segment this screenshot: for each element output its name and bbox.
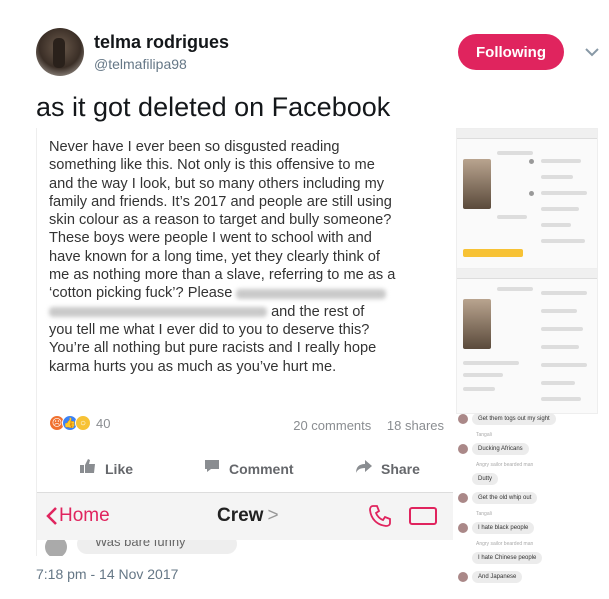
share-button[interactable]: Share — [355, 458, 420, 479]
reaction-count: 40 — [96, 415, 111, 431]
message-bubble: I hate Chinese people — [472, 552, 543, 564]
comments-count[interactable]: 20 comments — [293, 418, 371, 433]
message-bubble: Get the old whip out — [472, 492, 538, 504]
share-icon — [355, 458, 373, 479]
comment-button[interactable]: Comment — [203, 458, 294, 479]
message-peek: Was bare funny — [37, 540, 453, 556]
user-handle[interactable]: @telmafilipa98 — [94, 56, 187, 72]
reactions[interactable]: ☹ 👍 ○ 40 — [49, 415, 110, 431]
blurred-names — [236, 288, 387, 299]
tweet-media[interactable]: Never have I ever been so disgusted read… — [36, 128, 598, 583]
photo-thumbnail — [463, 159, 491, 209]
thumbs-up-icon — [79, 458, 97, 479]
blurred-names — [49, 306, 267, 317]
tweet-header: telma rodrigues @telmafilipa98 Following — [36, 28, 599, 78]
avatar — [458, 493, 468, 503]
avatar — [45, 540, 67, 556]
post-line: karma hurts you as much as you’ve hurt m… — [49, 358, 337, 375]
photo-thumbnail — [463, 299, 491, 349]
back-label: Home — [59, 505, 110, 526]
message-bubble: Dutty — [472, 473, 499, 485]
like-label: Like — [105, 460, 134, 477]
message-bubble: I hate black people — [472, 522, 535, 534]
chevron-left-icon — [46, 507, 57, 525]
share-label: Share — [381, 460, 420, 477]
messenger-header: Home Crew > — [37, 492, 453, 540]
message-sender: Angry sailor bearded man — [476, 541, 534, 547]
post-line: skin colour as a reason to target and bu… — [49, 212, 392, 229]
chat-screenshot-thumb — [456, 128, 598, 274]
comment-label: Comment — [229, 460, 294, 477]
message-bubble: Ducking Africans — [472, 443, 529, 455]
post-line: me as nothing more than a slave, referri… — [49, 267, 396, 284]
message-bubble: And Japanese — [472, 571, 523, 583]
shares-count[interactable]: 18 shares — [387, 418, 444, 433]
chevron-down-icon[interactable] — [582, 42, 602, 62]
chat-screenshot-thumb — [456, 268, 598, 414]
tweet-timestamp[interactable]: 7:18 pm - 14 Nov 2017 — [36, 566, 178, 582]
post-line: and the rest of — [49, 303, 449, 321]
message-sender: Tangali — [476, 511, 492, 517]
post-line: Never have I ever been so disgusted read… — [49, 139, 340, 155]
avatar — [458, 444, 468, 454]
avatar — [458, 572, 468, 582]
comment-icon — [203, 458, 221, 479]
post-line: ‘cotton picking fuck’? Please — [49, 284, 449, 302]
post-stats: 20 comments 18 shares — [281, 418, 444, 433]
following-button[interactable]: Following — [458, 34, 564, 70]
post-line: have known for a long time, yet they cle… — [49, 248, 380, 265]
post-body: Never have I ever been so disgusted read… — [49, 138, 449, 376]
chat-title[interactable]: Crew > — [217, 505, 279, 527]
tweet-text: as it got deleted on Facebook — [36, 92, 391, 122]
back-button[interactable]: Home — [45, 505, 110, 527]
message-sender: Tangali — [476, 432, 492, 438]
post-line: something like this. Not only is this of… — [49, 157, 375, 174]
avatar[interactable] — [36, 28, 84, 76]
chevron-right-icon: > — [267, 505, 279, 526]
avatar — [458, 414, 468, 424]
chat-screenshots: Get them togs out my sight Tangali Ducki… — [456, 128, 598, 583]
post-actions: Like Comment Share — [37, 458, 453, 486]
post-line: These boys were people I went to school … — [49, 230, 372, 247]
phone-icon[interactable] — [367, 503, 393, 529]
chat-message-list: Get them togs out my sight Tangali Ducki… — [456, 410, 598, 587]
like-button[interactable]: Like — [79, 458, 133, 479]
facebook-post-screenshot: Never have I ever been so disgusted read… — [36, 128, 453, 556]
message-bubble: Was bare funny — [77, 540, 237, 554]
video-camera-icon[interactable] — [409, 507, 437, 525]
post-line: family and friends. It’s 2017 and people… — [49, 193, 392, 210]
post-line: and the way I look, but so many others i… — [49, 175, 385, 192]
post-line: You’re all nothing but pure racists and … — [49, 340, 377, 357]
user-name[interactable]: telma rodrigues — [94, 32, 229, 53]
avatar — [458, 523, 468, 533]
post-line: you tell me what I ever did to you to de… — [49, 321, 370, 338]
message-sender: Angry sailor bearded man — [476, 462, 534, 468]
wow-reaction-icon: ○ — [75, 415, 91, 431]
message-bubble: Get them togs out my sight — [472, 413, 556, 425]
